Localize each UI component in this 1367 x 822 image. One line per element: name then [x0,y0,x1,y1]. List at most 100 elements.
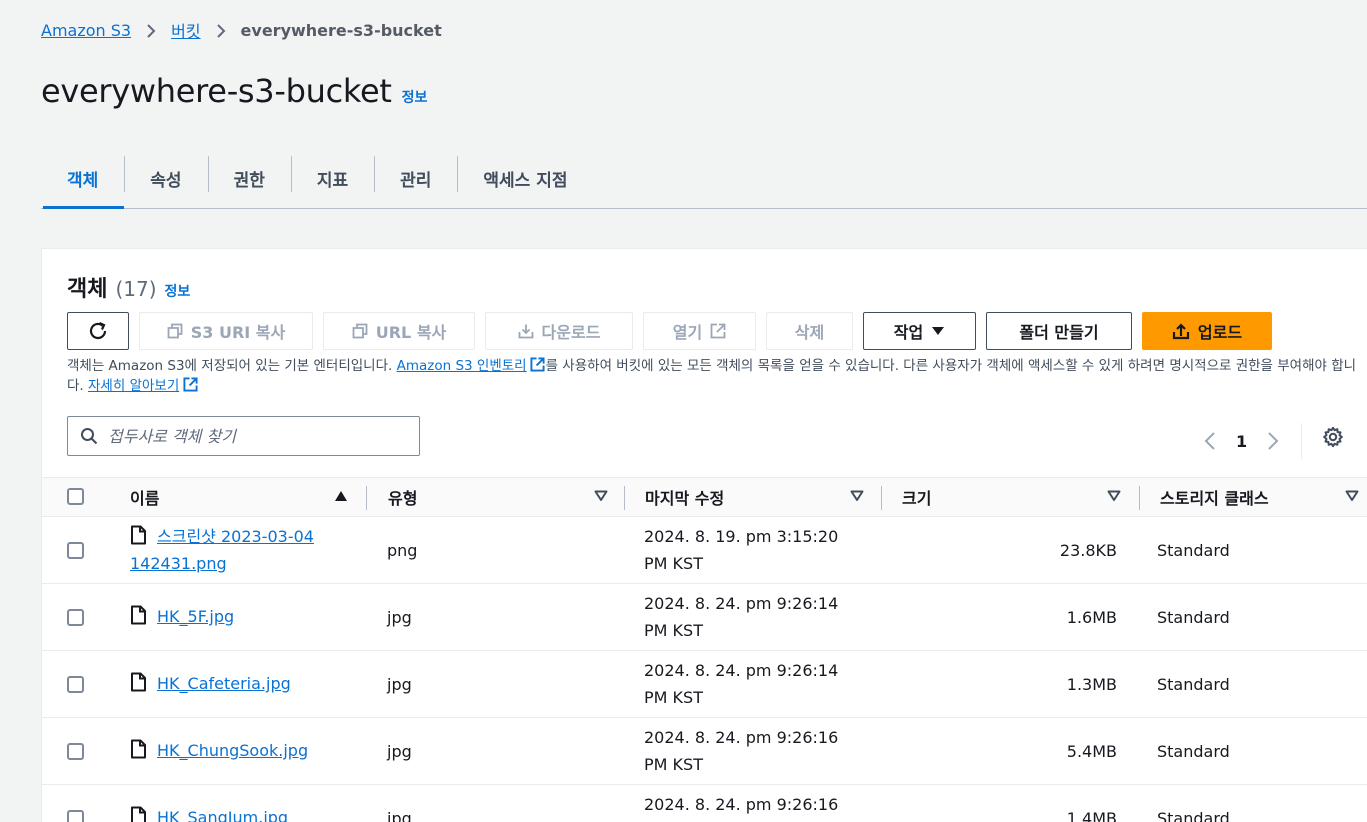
refresh-button[interactable] [67,312,129,350]
object-modified: 2024. 8. 24. pm 9:26:14 PM KST [644,661,839,707]
object-storage-class: Standard [1157,809,1230,822]
chevron-left-icon[interactable] [1204,431,1216,451]
page-number[interactable]: 1 [1236,432,1247,451]
column-divider [366,486,367,510]
tab-objects[interactable]: 객체 [41,148,125,209]
copy-s3-uri-button[interactable]: S3 URI 복사 [139,312,313,350]
tab-bar: 객체 속성 권한 지표 관리 액세스 지점 [41,148,1367,209]
table-row[interactable]: HK_5F.jpg jpg 2024. 8. 24. pm 9:26:14 PM… [42,584,1367,651]
column-type[interactable]: 유형 [388,478,618,516]
file-icon [131,605,146,625]
object-name-link[interactable]: 스크린샷 2023-03-04 142431.png [130,527,314,573]
download-icon [518,324,533,339]
objects-info-link[interactable]: 정보 [165,281,191,301]
objects-title: 객체 [67,277,108,302]
tab-management[interactable]: 관리 [374,148,457,208]
column-type-label: 유형 [388,489,418,508]
learn-more-link[interactable]: 자세히 알아보기 [88,378,179,394]
object-modified: 2024. 8. 24. pm 9:26:14 PM KST [644,594,839,640]
object-name-cell: HK_SangJum.jpg [130,804,350,822]
search-box [67,416,420,456]
object-modified: 2024. 8. 24. pm 9:26:16 PM KST [644,795,839,814]
download-button[interactable]: 다운로드 [485,312,633,350]
upload-icon [1172,323,1190,340]
object-name-link[interactable]: HK_SangJum.jpg [157,808,288,822]
object-name-link[interactable]: HK_5F.jpg [157,607,234,626]
row-checkbox[interactable] [67,609,84,626]
object-storage-class: Standard [1157,742,1230,761]
upload-button[interactable]: 업로드 [1142,312,1272,350]
search-input[interactable] [108,426,398,446]
info-link[interactable]: 정보 [402,87,428,107]
row-checkbox[interactable] [67,676,84,693]
objects-toolbar: S3 URI 복사 URL 복사 다운로드 열기 삭제 작업 폴더 만들기 업로… [67,312,1272,350]
row-checkbox[interactable] [67,810,84,822]
column-divider [1139,486,1140,510]
breadcrumb-buckets[interactable]: 버킷 [171,18,200,42]
pagination: 1 [1204,423,1303,459]
open-button[interactable]: 열기 [643,312,756,350]
select-all-checkbox[interactable] [67,488,84,505]
gear-icon[interactable] [1322,426,1344,448]
column-modified-label: 마지막 수정 [645,489,725,508]
column-size[interactable]: 크기 [902,478,1132,516]
actions-label: 작업 [893,323,924,342]
tab-properties[interactable]: 속성 [124,148,207,208]
object-type: png [387,541,418,560]
object-size: 1.6MB [1066,608,1117,627]
delete-label: 삭제 [794,323,825,342]
object-name-cell: HK_Cafeteria.jpg [130,670,350,697]
delete-button[interactable]: 삭제 [766,312,853,350]
object-storage-class: Standard [1157,541,1230,560]
caret-down-icon [932,327,945,335]
object-name-cell: HK_5F.jpg [130,603,350,630]
column-storage-class[interactable]: 스토리지 클래스 [1160,478,1367,516]
object-size: 1.3MB [1066,675,1117,694]
actions-dropdown[interactable]: 작업 [863,312,976,350]
table-row[interactable]: 스크린샷 2023-03-04 142431.png png 2024. 8. … [42,517,1367,584]
column-divider [624,486,625,510]
external-link-icon [183,377,198,392]
breadcrumb-amazon-s3[interactable]: Amazon S3 [41,21,131,40]
copy-icon [167,323,183,339]
object-modified: 2024. 8. 19. pm 3:15:20 PM KST [644,527,839,573]
objects-count: (17) [115,277,157,301]
table-row[interactable]: HK_Cafeteria.jpg jpg 2024. 8. 24. pm 9:2… [42,651,1367,718]
sort-icon [1345,490,1359,501]
download-label: 다운로드 [541,323,601,342]
object-size: 23.8KB [1059,541,1117,560]
page-header: everywhere-s3-bucket 정보 [41,72,427,110]
breadcrumb: Amazon S3 버킷 everywhere-s3-bucket [41,18,442,42]
refresh-icon [89,321,107,340]
table-header: 이름 유형 마지막 수정 크기 스토리지 클래스 [42,477,1367,517]
inventory-link[interactable]: Amazon S3 인벤토리 [397,358,527,374]
description-text: 객체는 Amazon S3에 저장되어 있는 기본 엔터티입니다. [67,358,397,374]
tab-access-points[interactable]: 액세스 지점 [457,148,593,208]
file-icon [131,806,146,822]
object-name-cell: 스크린샷 2023-03-04 142431.png [130,523,350,577]
sort-icon [594,490,608,501]
sort-ascending-icon [335,491,347,501]
copy-url-label: URL 복사 [375,323,447,342]
copy-url-button[interactable]: URL 복사 [323,312,475,350]
column-name[interactable]: 이름 [130,478,354,516]
external-link-icon [530,357,545,372]
object-type: jpg [387,809,412,822]
create-folder-button[interactable]: 폴더 만들기 [986,312,1132,350]
table-row[interactable]: HK_ChungSook.jpg jpg 2024. 8. 24. pm 9:2… [42,718,1367,785]
row-checkbox[interactable] [67,542,84,559]
sort-icon [850,490,864,501]
object-name-link[interactable]: HK_ChungSook.jpg [157,741,308,760]
object-storage-class: Standard [1157,675,1230,694]
table-row[interactable]: HK_SangJum.jpg jpg 2024. 8. 24. pm 9:26:… [42,785,1367,822]
object-name-link[interactable]: HK_Cafeteria.jpg [157,674,291,693]
chevron-right-icon[interactable] [1267,431,1279,451]
row-checkbox[interactable] [67,743,84,760]
create-folder-label: 폴더 만들기 [1019,323,1099,342]
objects-panel: 객체 (17) 정보 S3 URI 복사 URL 복사 다운로드 열기 삭제 작… [41,248,1367,822]
objects-description: 객체는 Amazon S3에 저장되어 있는 기본 엔터티입니다. Amazon… [67,356,1357,396]
tab-metrics[interactable]: 지표 [290,148,374,208]
column-modified[interactable]: 마지막 수정 [645,478,875,516]
external-link-icon [710,323,726,339]
tab-permissions[interactable]: 권한 [207,148,291,208]
